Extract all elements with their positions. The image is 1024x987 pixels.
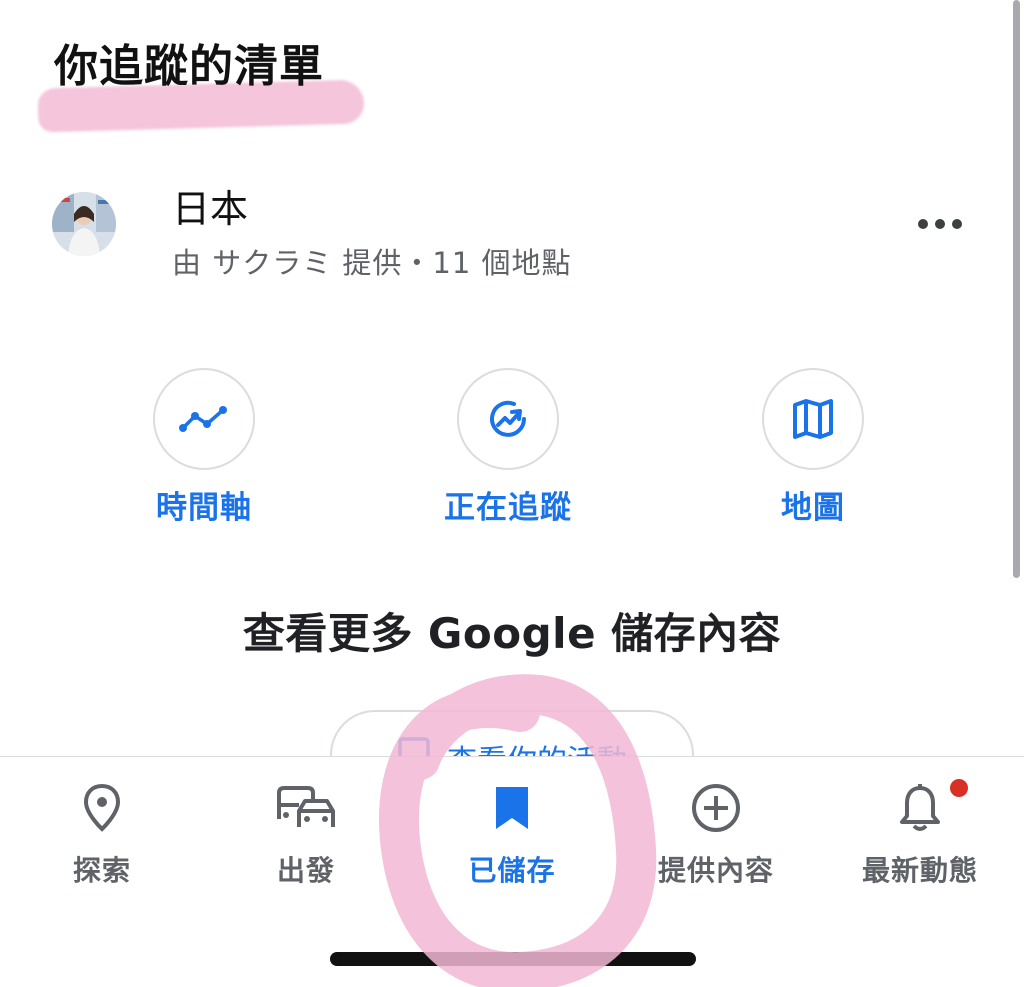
section-title: 你追蹤的清單 (54, 41, 324, 92)
timeline-icon (153, 368, 255, 470)
list-subtitle: 由 サクラミ 提供・11 個地點 (172, 246, 572, 280)
avatar (52, 192, 116, 256)
nav-updates-label: 最新動態 (861, 854, 978, 887)
nav-saved-label: 已儲存 (468, 854, 556, 887)
scrollbar[interactable] (1013, 0, 1020, 578)
map-icon (762, 368, 864, 470)
timeline-label: 時間軸 (156, 490, 252, 526)
nav-updates[interactable]: 最新動態 (818, 779, 1022, 889)
following-label: 正在追蹤 (444, 490, 572, 526)
following-icon (457, 368, 559, 470)
saved-page: 你追蹤的清單 日本 由 サクラミ 提供・11 個地點 時間軸 正在追蹤 地圖 查… (0, 0, 1024, 987)
nav-go[interactable]: 出發 (204, 779, 408, 889)
following-action[interactable]: 正在追蹤 (408, 368, 608, 528)
add-circle-icon (614, 779, 818, 837)
notification-badge (950, 779, 968, 797)
more-google-heading: 查看更多 Google 儲存內容 (242, 609, 782, 658)
nav-contribute[interactable]: 提供內容 (614, 779, 818, 889)
nav-explore[interactable]: 探索 (0, 779, 204, 889)
list-title: 日本 (172, 187, 249, 231)
nav-explore-label: 探索 (72, 854, 131, 887)
more-horizontal-icon (918, 219, 962, 229)
bookmark-icon (410, 779, 614, 837)
commute-icon (204, 779, 408, 837)
location-pin-icon (0, 779, 204, 837)
map-action[interactable]: 地圖 (713, 368, 913, 528)
timeline-action[interactable]: 時間軸 (104, 368, 304, 528)
nav-go-label: 出發 (276, 854, 335, 887)
bell-icon (818, 779, 1022, 837)
list-actions: 時間軸 正在追蹤 地圖 (0, 368, 1000, 528)
nav-contribute-label: 提供內容 (657, 854, 774, 887)
nav-saved[interactable]: 已儲存 (410, 779, 614, 889)
followed-list-row[interactable]: 日本 由 サクラミ 提供・11 個地點 (0, 170, 1000, 290)
map-label: 地圖 (781, 490, 845, 526)
more-options-button[interactable] (906, 206, 974, 242)
home-indicator (330, 952, 696, 966)
